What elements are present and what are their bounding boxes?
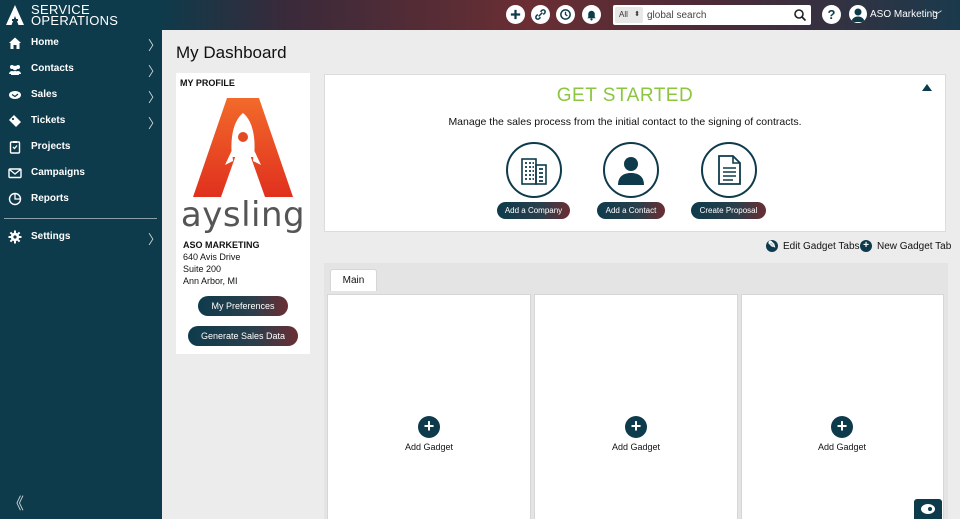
page-title: My Dashboard xyxy=(176,43,287,62)
chevron-right-icon: 〉 xyxy=(148,116,162,131)
top-bar: SERVICE OPERATIONS All ⬍ ? ASO Marketing… xyxy=(0,0,960,30)
sidebar-item-sales[interactable]: Sales 〉 xyxy=(0,82,162,108)
gadget-column-2: + Add Gadget xyxy=(534,294,738,519)
sidebar-item-label: Contacts xyxy=(31,63,74,74)
get-started-title: GET STARTED xyxy=(556,85,694,106)
sidebar-item-label: Tickets xyxy=(31,115,66,126)
create-proposal-button[interactable]: Create Proposal xyxy=(691,202,766,219)
profile-heading: MY PROFILE xyxy=(180,78,235,88)
edit-gadget-tabs-button[interactable]: ✎ Edit Gadget Tabs xyxy=(766,240,860,252)
history-icon[interactable] xyxy=(556,5,575,24)
brand[interactable]: SERVICE OPERATIONS xyxy=(0,0,162,30)
new-gadget-tab-button[interactable]: + New Gadget Tab xyxy=(860,240,951,252)
add-contact-button[interactable]: Add a Contact xyxy=(597,202,665,219)
profile-company-name: ASO MARKETING xyxy=(183,240,260,250)
settings-icon xyxy=(8,230,22,244)
building-icon xyxy=(521,158,547,185)
add-icon[interactable] xyxy=(506,5,525,24)
add-gadget-label[interactable]: Add Gadget xyxy=(596,442,676,452)
sidebar-item-home[interactable]: Home 〉 xyxy=(0,30,162,56)
profile-city: Ann Arbor, MI xyxy=(183,276,238,286)
global-search: All ⬍ xyxy=(613,5,811,25)
sidebar-item-label: Sales xyxy=(31,89,58,100)
chat-widget[interactable] xyxy=(914,499,942,519)
chevron-right-icon: 〉 xyxy=(148,64,162,79)
sidebar-item-label: Settings xyxy=(31,231,71,242)
chevron-right-icon: 〉 xyxy=(148,90,162,105)
brand-line-2: OPERATIONS xyxy=(31,13,119,28)
sidebar: Home 〉 Contacts 〉 Sales 〉 Tickets 〉 Proj… xyxy=(0,30,162,519)
generate-sales-data-button[interactable]: Generate Sales Data xyxy=(188,326,298,346)
campaigns-icon xyxy=(8,168,22,179)
brand-logo-icon xyxy=(6,5,24,25)
create-proposal-circle[interactable] xyxy=(701,142,757,198)
add-icon: + xyxy=(860,240,872,252)
profile-address-line-2: Suite 200 xyxy=(183,264,222,274)
chevron-right-icon: 〉 xyxy=(148,38,162,53)
svg-text:aysling: aysling xyxy=(181,195,305,233)
reports-icon xyxy=(8,192,22,206)
add-gadget-icon[interactable]: + xyxy=(418,416,440,438)
contacts-icon xyxy=(9,65,21,75)
sidebar-item-settings[interactable]: Settings 〉 xyxy=(0,224,162,250)
user-name[interactable]: ASO Marketing xyxy=(870,9,938,20)
add-gadget-label[interactable]: Add Gadget xyxy=(389,442,469,452)
search-scope-select[interactable]: All ⬍ xyxy=(615,7,643,23)
sidebar-item-label: Campaigns xyxy=(31,167,85,178)
add-contact-circle[interactable] xyxy=(603,142,659,198)
sidebar-item-projects[interactable]: Projects xyxy=(0,134,162,160)
gadget-column-1: + Add Gadget xyxy=(327,294,531,519)
chevron-down-icon: ⬍ xyxy=(634,11,640,18)
sidebar-item-label: Home xyxy=(31,37,59,48)
collapse-panel-icon[interactable] xyxy=(922,84,932,91)
link-icon[interactable] xyxy=(531,5,550,24)
sidebar-item-contacts[interactable]: Contacts 〉 xyxy=(0,56,162,82)
tab-main[interactable]: Main xyxy=(330,269,377,291)
company-logo: aysling xyxy=(181,98,305,233)
sales-icon xyxy=(9,91,21,99)
new-gadget-tab-label: New Gadget Tab xyxy=(877,240,952,252)
sidebar-item-tickets[interactable]: Tickets 〉 xyxy=(0,108,162,134)
profile-card: MY PROFILE aysling ASO MARKETING 640 Avi… xyxy=(176,73,310,354)
add-gadget-label[interactable]: Add Gadget xyxy=(802,442,882,452)
collapse-sidebar-icon[interactable]: 《 xyxy=(8,490,24,514)
get-started-description: Manage the sales process from the initia… xyxy=(448,116,802,128)
projects-icon xyxy=(9,141,21,154)
person-icon xyxy=(618,157,644,185)
profile-address-line-1: 640 Avis Drive xyxy=(183,252,241,262)
pencil-icon: ✎ xyxy=(766,240,778,252)
user-avatar-icon[interactable] xyxy=(849,5,867,23)
get-started-card: GET STARTED Manage the sales process fro… xyxy=(324,74,946,232)
user-menu-chevron-icon[interactable]: ﹀ xyxy=(932,7,942,22)
home-icon xyxy=(9,37,21,49)
add-company-circle[interactable] xyxy=(506,142,562,198)
sidebar-item-campaigns[interactable]: Campaigns xyxy=(0,160,162,186)
add-gadget-icon[interactable]: + xyxy=(625,416,647,438)
edit-gadget-tabs-label: Edit Gadget Tabs xyxy=(783,240,860,252)
sidebar-item-label: Projects xyxy=(31,141,71,152)
gadget-column-3: + Add Gadget xyxy=(741,294,944,519)
search-icon[interactable] xyxy=(793,8,807,22)
sidebar-item-label: Reports xyxy=(31,193,69,204)
my-preferences-button[interactable]: My Preferences xyxy=(198,296,288,316)
sidebar-item-reports[interactable]: Reports xyxy=(0,186,162,212)
sidebar-divider xyxy=(4,218,157,219)
notification-bell-icon[interactable] xyxy=(582,5,601,24)
add-gadget-icon[interactable]: + xyxy=(831,416,853,438)
search-input[interactable] xyxy=(647,7,787,23)
add-company-button[interactable]: Add a Company xyxy=(497,202,570,219)
help-icon[interactable]: ? xyxy=(822,5,841,24)
search-scope-value: All xyxy=(619,10,628,19)
tickets-icon xyxy=(9,115,21,127)
document-icon xyxy=(718,155,741,185)
chevron-right-icon: 〉 xyxy=(148,232,162,247)
chat-icon xyxy=(921,504,935,514)
